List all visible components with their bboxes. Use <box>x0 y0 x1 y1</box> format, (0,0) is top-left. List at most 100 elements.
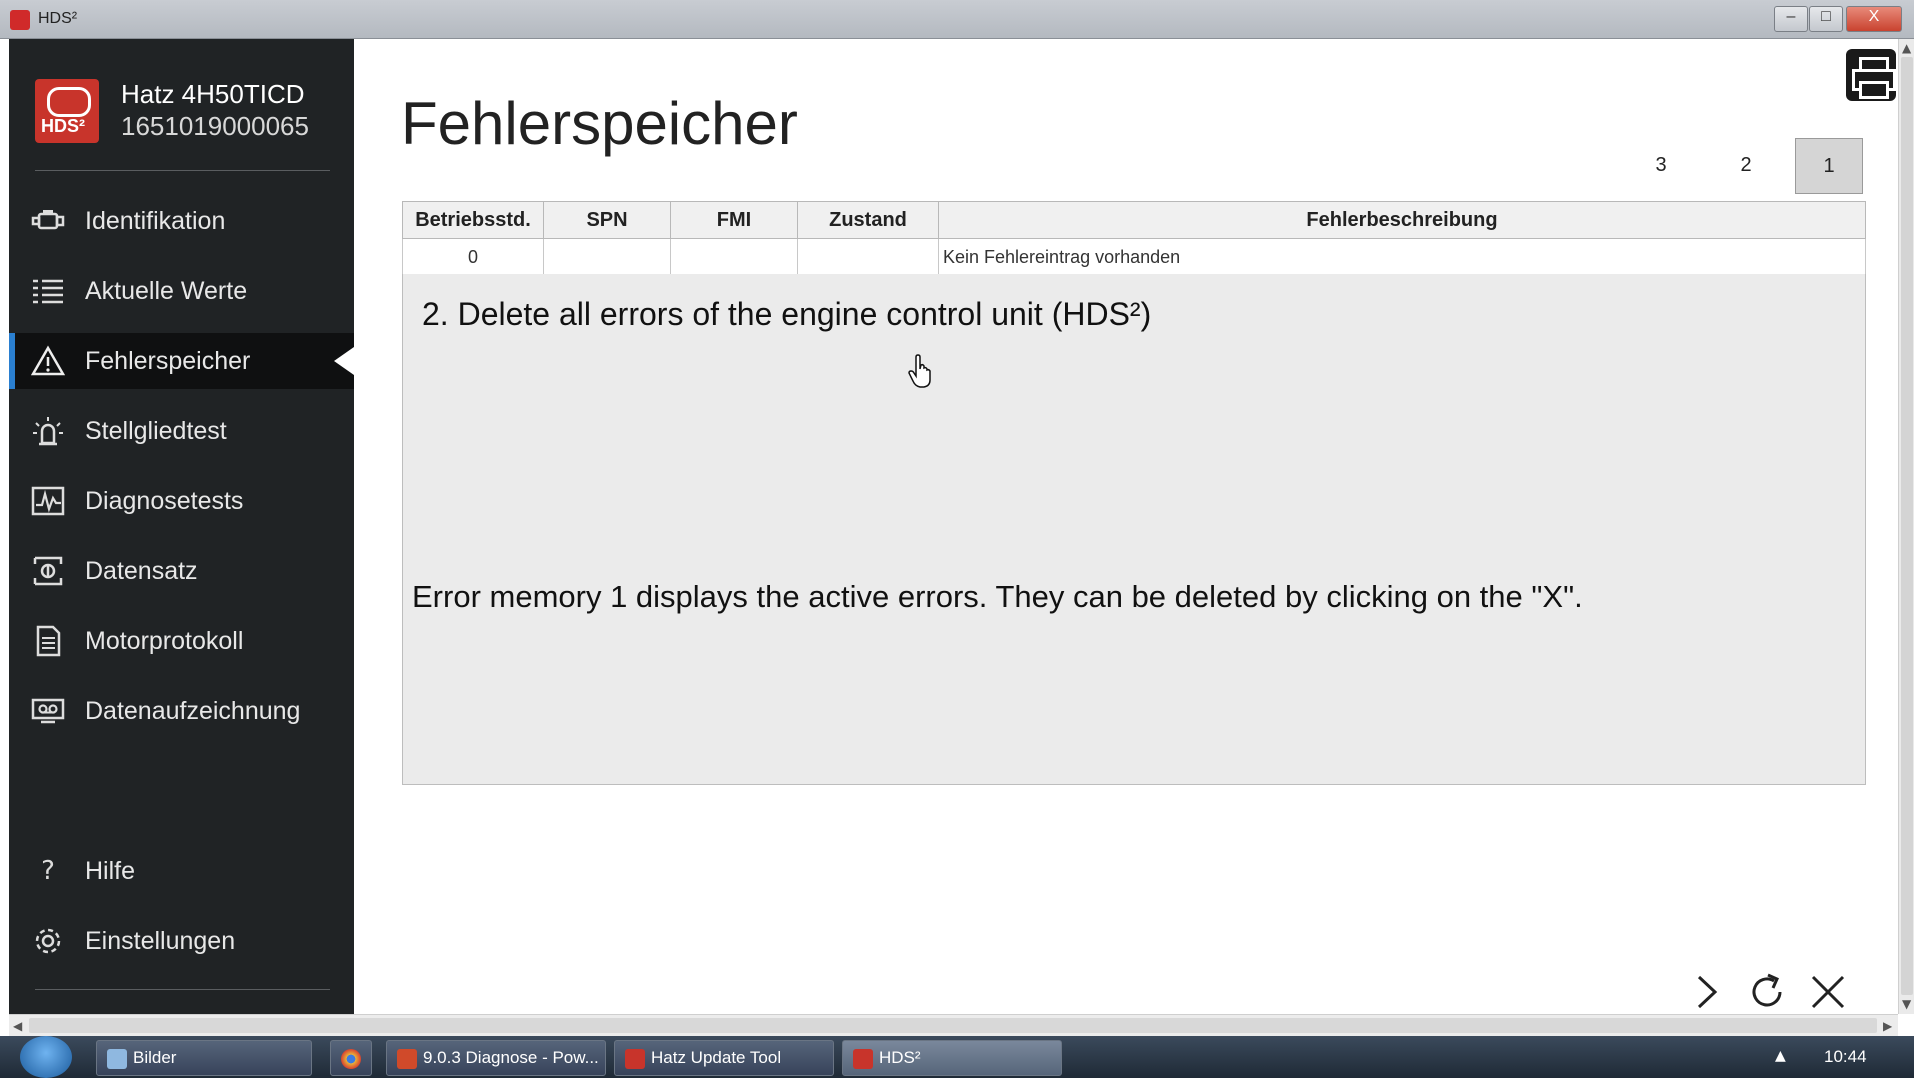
table-row[interactable]: 0 Kein Fehlereintrag vorhanden <box>402 238 1866 276</box>
main-content: Fehlerspeicher 3 2 1 Betriebsstd. SPN FM… <box>354 39 1896 1015</box>
next-icon[interactable] <box>1683 969 1729 1015</box>
dataset-icon <box>31 555 65 587</box>
window-title: HDS² <box>38 10 78 27</box>
cell-betriebsstd: 0 <box>402 238 544 276</box>
sidebar-item-fehlerspeicher[interactable]: Fehlerspeicher <box>9 333 354 389</box>
sidebar-item-label: Datenaufzeichnung <box>85 697 301 725</box>
browser-icon <box>341 1048 361 1069</box>
column-header-fmi[interactable]: FMI <box>670 201 798 239</box>
taskbar-item-browser[interactable] <box>330 1040 372 1076</box>
logo-engine-glyph <box>47 87 91 117</box>
device-name: Hatz 4H50TICD <box>121 79 305 109</box>
cell-fmi <box>670 238 798 276</box>
page-tab-1[interactable]: 1 <box>1795 138 1863 194</box>
hds-logo: HDS² <box>35 79 99 143</box>
minimize-button[interactable]: – <box>1774 6 1808 32</box>
refresh-icon[interactable] <box>1744 969 1790 1015</box>
hatz-update-icon <box>625 1048 645 1069</box>
scroll-down-icon[interactable]: ▼ <box>1902 997 1911 1011</box>
help-icon: ? <box>41 856 55 886</box>
column-header-betriebsstd[interactable]: Betriebsstd. <box>402 201 544 239</box>
sidebar-item-label: Diagnosetests <box>85 487 244 515</box>
taskbar-item-bilder[interactable]: Bilder <box>96 1040 312 1076</box>
table-body-area <box>402 274 1866 785</box>
maximize-button[interactable]: □ <box>1809 6 1843 32</box>
column-header-zustand[interactable]: Zustand <box>797 201 939 239</box>
horizontal-scrollbar[interactable]: ◀ ▶ <box>9 1014 1898 1037</box>
sidebar-divider <box>35 989 330 990</box>
scroll-right-icon[interactable]: ▶ <box>1883 1019 1892 1033</box>
recorder-icon <box>31 695 65 727</box>
taskbar-item-hatz-update-tool[interactable]: Hatz Update Tool <box>614 1040 834 1076</box>
sidebar-item-identifikation[interactable]: Identifikation <box>9 193 354 249</box>
scroll-up-icon[interactable]: ▲ <box>1902 41 1911 55</box>
sidebar-item-motorprotokoll[interactable]: Motorprotokoll <box>9 613 354 669</box>
page-tab-2[interactable]: 2 <box>1713 138 1779 192</box>
hds-app-icon <box>853 1048 873 1069</box>
sidebar-item-label: Hilfe <box>85 857 136 885</box>
sidebar-item-datensatz[interactable]: Datensatz <box>9 543 354 599</box>
taskbar-item-label: Hatz Update Tool <box>651 1048 782 1067</box>
window-titlebar: HDS² – □ X <box>0 0 1914 39</box>
vertical-scrollbar[interactable]: ▲ ▼ <box>1898 39 1914 1014</box>
taskbar-item-label: Bilder <box>133 1048 177 1067</box>
cell-spn <box>543 238 671 276</box>
maximize-icon: □ <box>1821 8 1831 25</box>
sidebar-item-label: Motorprotokoll <box>85 627 244 655</box>
taskbar-item-label: 9.0.3 Diagnose - Pow... <box>423 1048 599 1067</box>
minimize-icon: – <box>1786 8 1796 25</box>
close-icon: X <box>1868 8 1880 25</box>
taskbar-item-powerpoint[interactable]: 9.0.3 Diagnose - Pow... <box>386 1040 606 1076</box>
error-table: Betriebsstd. SPN FMI Zustand Fehlerbesch… <box>402 201 1866 276</box>
powerpoint-icon <box>397 1048 417 1069</box>
sidebar-item-einstellungen[interactable]: Einstellungen <box>9 913 354 969</box>
folder-icon <box>107 1048 127 1069</box>
sidebar-divider <box>35 170 330 171</box>
instruction-note: Error memory 1 displays the active error… <box>412 579 1583 614</box>
sidebar-item-datenaufzeichnung[interactable]: Datenaufzeichnung <box>9 683 354 739</box>
sidebar-item-hilfe[interactable]: ? Hilfe <box>9 843 354 899</box>
sidebar-item-label: Identifikation <box>85 207 226 235</box>
sidebar-item-label: Datensatz <box>85 557 198 585</box>
device-serial: 1651019000065 <box>121 111 309 141</box>
graph-icon <box>31 485 65 517</box>
sidebar-item-label: Fehlerspeicher <box>85 347 251 375</box>
taskbar-item-label: HDS² <box>879 1048 921 1067</box>
horizontal-scroll-thumb[interactable] <box>29 1018 1877 1033</box>
engine-icon <box>31 205 65 237</box>
sidebar-item-label: Stellgliedtest <box>85 417 227 445</box>
delete-errors-icon[interactable] <box>1805 969 1851 1015</box>
table-header-row: Betriebsstd. SPN FMI Zustand Fehlerbesch… <box>402 201 1866 239</box>
sidebar-item-aktuelle-werte[interactable]: Aktuelle Werte <box>9 263 354 319</box>
cell-fehlerbeschreibung: Kein Fehlereintrag vorhanden <box>938 238 1866 276</box>
hand-cursor-icon <box>908 354 931 388</box>
cell-zustand <box>797 238 939 276</box>
sidebar-item-label: Einstellungen <box>85 927 236 955</box>
document-icon <box>31 625 65 657</box>
lamp-icon <box>31 415 65 447</box>
column-header-spn[interactable]: SPN <box>543 201 671 239</box>
tray-expand-icon[interactable]: ▲ <box>1775 1048 1786 1064</box>
column-header-fehlerbeschreibung[interactable]: Fehlerbeschreibung <box>938 201 1866 239</box>
warning-icon <box>30 345 66 377</box>
sidebar-item-diagnosetests[interactable]: Diagnosetests <box>9 473 354 529</box>
start-button[interactable] <box>20 1036 72 1078</box>
logo-text: HDS² <box>41 116 85 136</box>
sidebar: HDS² Hatz 4H50TICD 1651019000065 Identif… <box>9 39 354 1014</box>
scroll-left-icon[interactable]: ◀ <box>13 1019 22 1033</box>
gear-icon <box>31 925 65 957</box>
sidebar-item-label: Aktuelle Werte <box>85 277 248 305</box>
taskbar-item-hds[interactable]: HDS² <box>842 1040 1062 1076</box>
vertical-scroll-thumb[interactable] <box>1901 57 1913 995</box>
taskbar-clock[interactable]: 10:44 <box>1824 1047 1867 1067</box>
print-button[interactable] <box>1846 49 1896 101</box>
window-close-button[interactable]: X <box>1846 6 1902 32</box>
app-icon <box>10 10 30 30</box>
printer-icon-paper <box>1859 81 1889 99</box>
sidebar-item-stellgliedtest[interactable]: Stellgliedtest <box>9 403 354 459</box>
page-title: Fehlerspeicher <box>401 90 798 157</box>
instruction-step: 2. Delete all errors of the engine contr… <box>422 296 1152 332</box>
list-icon <box>31 275 65 307</box>
page-tab-3[interactable]: 3 <box>1628 138 1694 192</box>
taskbar: Bilder 9.0.3 Diagnose - Pow... Hatz Upda… <box>0 1036 1914 1078</box>
